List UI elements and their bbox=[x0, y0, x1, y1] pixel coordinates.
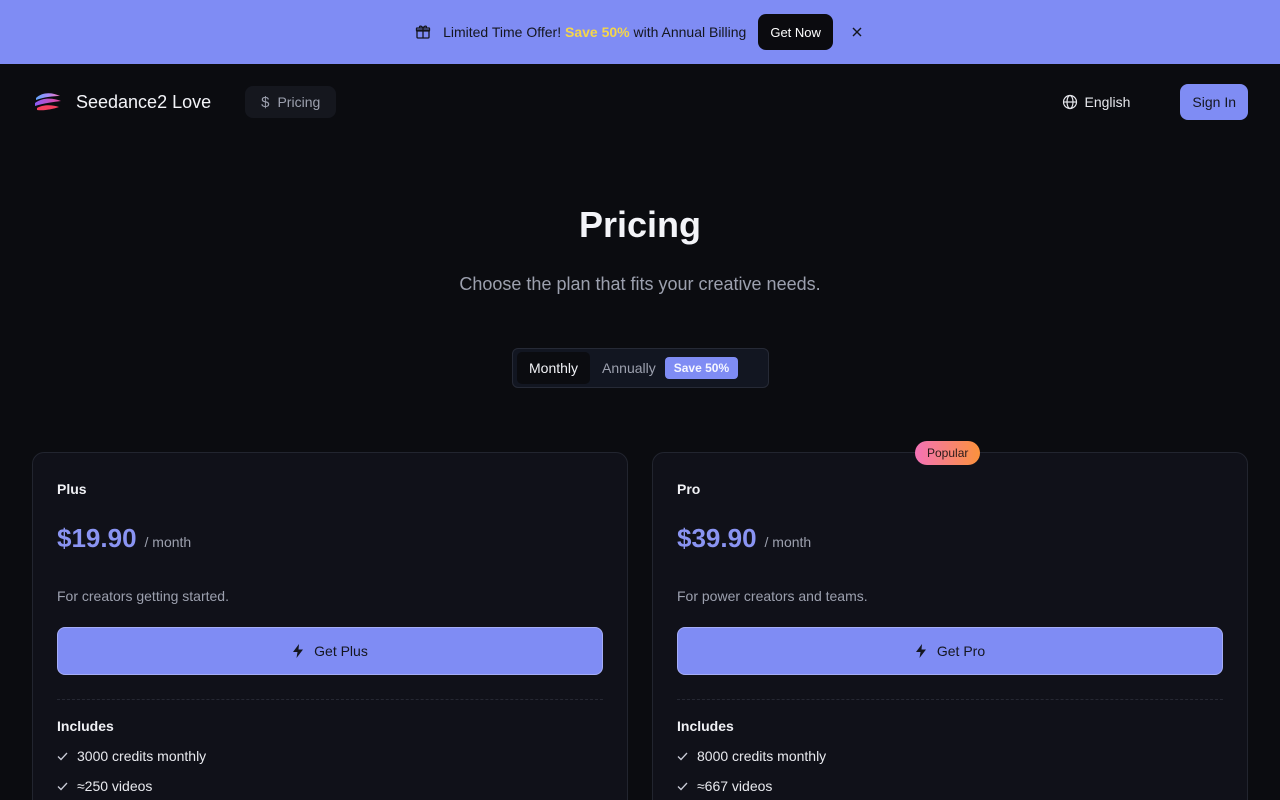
feature-label: 8000 credits monthly bbox=[697, 748, 827, 764]
close-icon[interactable] bbox=[849, 24, 865, 40]
get-pro-button[interactable]: Get Pro bbox=[677, 627, 1223, 675]
lightning-icon bbox=[293, 644, 304, 658]
plan-card-pro: Pro $39.90 / month For power creators an… bbox=[652, 452, 1248, 800]
get-now-button[interactable]: Get Now bbox=[758, 14, 833, 50]
divider bbox=[677, 699, 1223, 700]
save-badge: Save 50% bbox=[664, 357, 739, 379]
billing-toggle: Monthly Annually Save 50% bbox=[512, 348, 769, 388]
gift-icon bbox=[415, 24, 431, 40]
brand-name[interactable]: Seedance2 Love bbox=[76, 92, 211, 113]
get-plus-button[interactable]: Get Plus bbox=[57, 627, 603, 675]
nav-pricing-label: Pricing bbox=[277, 94, 321, 110]
language-label: English bbox=[1084, 94, 1131, 110]
feature-item: 8000 credits monthly bbox=[677, 748, 1223, 764]
promo-highlight: Save 50% bbox=[564, 24, 630, 40]
price-row: $19.90 / month bbox=[57, 523, 603, 554]
site-header: Seedance2 Love $ Pricing English Sign In bbox=[0, 64, 1280, 140]
plan-name: Plus bbox=[57, 481, 87, 497]
dollar-icon: $ bbox=[261, 93, 270, 111]
get-plus-label: Get Plus bbox=[314, 643, 368, 659]
plan-card-plus: Plus $19.90 / month For creators getting… bbox=[32, 452, 628, 800]
plan-price: $19.90 bbox=[57, 523, 137, 553]
feature-label: ≈250 videos bbox=[77, 778, 153, 794]
feature-label: ≈667 videos bbox=[697, 778, 773, 794]
page-subtitle: Choose the plan that fits your creative … bbox=[459, 274, 821, 294]
plan-period: / month bbox=[144, 534, 192, 550]
feature-label: 3000 credits monthly bbox=[77, 748, 207, 764]
check-icon bbox=[677, 752, 689, 761]
price-row: $39.90 / month bbox=[677, 523, 1223, 554]
globe-icon bbox=[1063, 94, 1078, 110]
plan-name: Pro bbox=[677, 481, 701, 497]
monthly-tab[interactable]: Monthly bbox=[517, 352, 591, 384]
lightning-icon bbox=[915, 644, 926, 658]
annually-tab[interactable]: Annually bbox=[602, 360, 656, 376]
nav-pricing-link[interactable]: $ Pricing bbox=[245, 86, 337, 118]
includes-heading: Includes bbox=[57, 718, 114, 734]
popular-badge: Popular bbox=[915, 441, 981, 465]
promo-suffix: with Annual Billing bbox=[633, 24, 747, 40]
logo-icon[interactable] bbox=[32, 86, 64, 118]
divider bbox=[57, 699, 603, 700]
promo-prefix: Limited Time Offer! bbox=[443, 24, 562, 40]
plan-description: For power creators and teams. bbox=[677, 588, 868, 604]
includes-heading: Includes bbox=[677, 718, 734, 734]
check-icon bbox=[677, 782, 689, 791]
get-pro-label: Get Pro bbox=[936, 643, 986, 659]
feature-item: 3000 credits monthly bbox=[57, 748, 603, 764]
plan-period: / month bbox=[764, 534, 812, 550]
page-title: Pricing bbox=[578, 204, 702, 245]
check-icon bbox=[57, 752, 69, 761]
feature-item: ≈667 videos bbox=[677, 778, 1223, 794]
sign-in-button[interactable]: Sign In bbox=[1180, 84, 1248, 120]
feature-item: ≈250 videos bbox=[57, 778, 603, 794]
plan-price: $39.90 bbox=[677, 523, 757, 553]
check-icon bbox=[57, 782, 69, 791]
plan-description: For creators getting started. bbox=[57, 588, 229, 604]
promo-text: Limited Time Offer! Save 50% with Annual… bbox=[443, 24, 746, 40]
language-selector[interactable]: English bbox=[1062, 94, 1130, 110]
promo-banner: Limited Time Offer! Save 50% with Annual… bbox=[0, 0, 1280, 64]
